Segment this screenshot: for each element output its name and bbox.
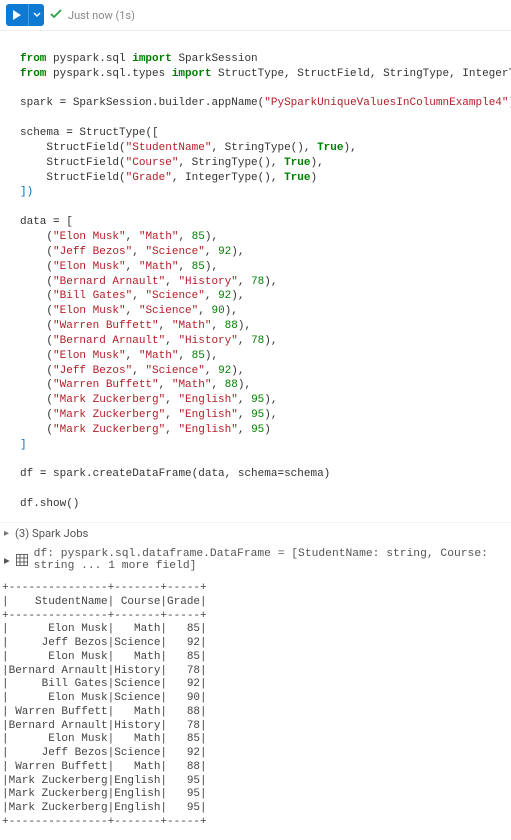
- chevron-down-icon[interactable]: [28, 4, 44, 26]
- chevron-right-icon: ▸: [4, 554, 10, 567]
- check-icon: [50, 8, 62, 23]
- code-editor[interactable]: from pyspark.sql import SparkSession fro…: [0, 31, 511, 522]
- run-button[interactable]: [6, 4, 44, 26]
- cell-toolbar: Just now (1s): [0, 0, 511, 31]
- stdout-output: +---------------+-------+-----+ | Studen…: [0, 576, 511, 840]
- play-icon: [6, 4, 28, 26]
- spark-jobs-toggle[interactable]: ▸ (3) Spark Jobs: [0, 522, 511, 544]
- table-icon: [16, 553, 28, 567]
- chevron-right-icon: ▸: [4, 528, 9, 539]
- spark-jobs-label: (3) Spark Jobs: [15, 527, 88, 540]
- dataframe-schema-text: df: pyspark.sql.dataframe.DataFrame = [S…: [34, 548, 507, 572]
- dataframe-schema-toggle[interactable]: ▸ df: pyspark.sql.dataframe.DataFrame = …: [0, 544, 511, 576]
- run-status-text: Just now (1s): [68, 9, 135, 22]
